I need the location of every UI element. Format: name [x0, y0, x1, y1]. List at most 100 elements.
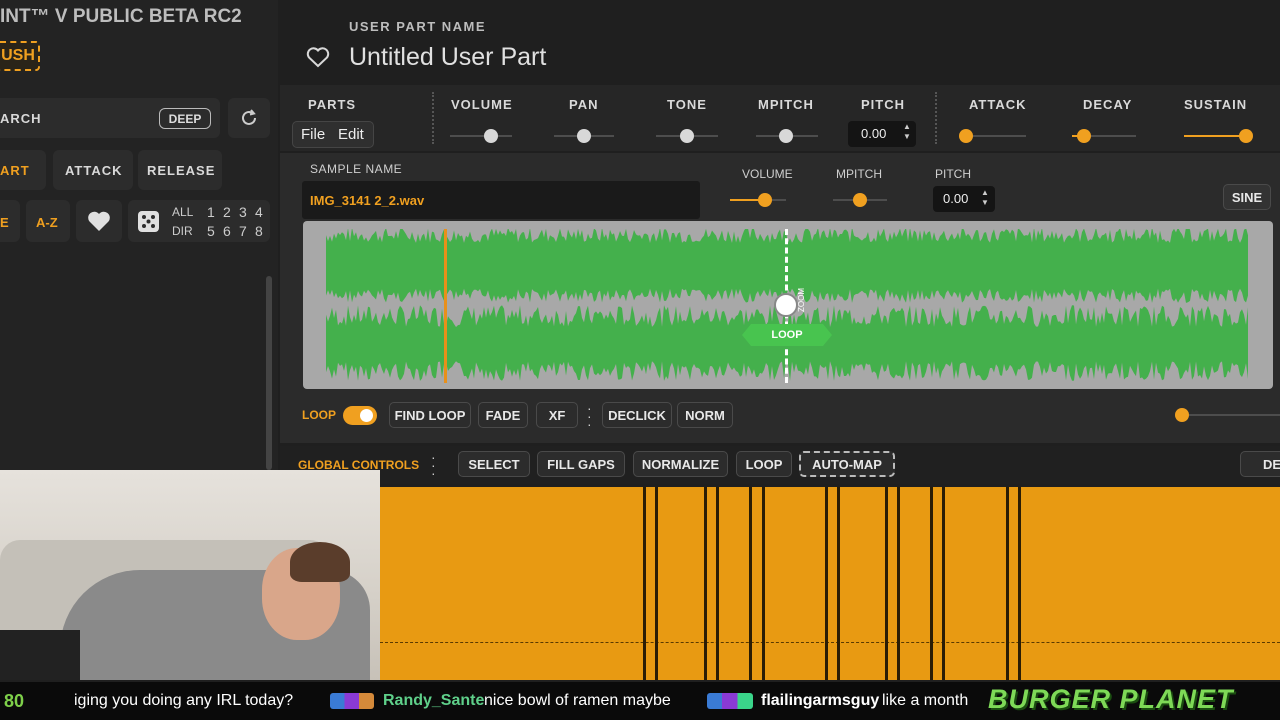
- keymap-zone-divider: [716, 487, 719, 680]
- sample-zoom-knob[interactable]: [1175, 408, 1189, 422]
- zoom-handle[interactable]: [774, 293, 798, 317]
- ticker-msg3: like a month: [882, 692, 969, 709]
- refresh-button[interactable]: [228, 98, 270, 138]
- volume-knob[interactable]: [484, 129, 498, 143]
- pitch-value: 0.00: [861, 126, 887, 141]
- xf-button[interactable]: XF: [536, 402, 578, 428]
- fade-button[interactable]: FADE: [478, 402, 528, 428]
- divider: [935, 92, 937, 144]
- keymap-zone-divider: [837, 487, 840, 680]
- favorite-heart-icon[interactable]: [306, 46, 330, 68]
- sample-mpitch-knob[interactable]: [853, 193, 867, 207]
- pan-knob[interactable]: [577, 129, 591, 143]
- slot-4[interactable]: 4: [255, 204, 263, 220]
- slot-1[interactable]: 1: [207, 204, 215, 220]
- mpitch-knob[interactable]: [779, 129, 793, 143]
- dark-clothing: [0, 630, 80, 680]
- favorites-button[interactable]: [76, 200, 122, 242]
- fill-gaps-button[interactable]: FILL GAPS: [537, 451, 625, 477]
- divider: [432, 92, 434, 144]
- normalize-button[interactable]: NORMALIZE: [633, 451, 728, 477]
- dice-icon: [138, 211, 159, 232]
- keymap-area[interactable]: [380, 487, 1280, 680]
- keymap-zone-divider: [942, 487, 945, 680]
- global-right-button[interactable]: DE: [1240, 451, 1280, 477]
- sample-pitch-value: 0.00: [943, 191, 969, 206]
- refresh-icon: [242, 109, 256, 125]
- auto-map-button[interactable]: AUTO-MAP: [799, 451, 895, 477]
- burger-planet-logo: BURGER PLANET: [988, 684, 1234, 714]
- keymap-zone-divider: [643, 487, 646, 680]
- global-more-icon[interactable]: · · ·: [431, 450, 436, 480]
- deep-button[interactable]: DEEP: [159, 108, 211, 129]
- webcam-overlay: [0, 470, 380, 680]
- part-name[interactable]: Untitled User Part: [349, 43, 546, 72]
- mpitch-label: MPITCH: [758, 97, 814, 112]
- pitch-stepper[interactable]: ▲ ▼: [903, 122, 911, 142]
- decay-knob[interactable]: [1077, 129, 1091, 143]
- zoom-label: ZOOM: [797, 288, 806, 312]
- slot-7[interactable]: 7: [239, 223, 247, 239]
- dir-label[interactable]: DIR: [172, 224, 193, 238]
- sustain-knob[interactable]: [1239, 129, 1253, 143]
- app-title: INT™ V PUBLIC BETA RC2: [0, 6, 242, 27]
- filter-label: E: [0, 215, 10, 230]
- loop-marker[interactable]: LOOP: [742, 324, 832, 346]
- volume-label: VOLUME: [451, 97, 513, 112]
- slot-3[interactable]: 3: [239, 204, 247, 220]
- sample-volume-label: VOLUME: [742, 167, 793, 181]
- more-options-icon[interactable]: · · ·: [587, 401, 592, 431]
- sample-name-label: SAMPLE NAME: [310, 162, 403, 176]
- sort-az-label: A-Z: [36, 215, 58, 230]
- all-label[interactable]: ALL: [172, 205, 193, 219]
- keymap-zone-divider: [655, 487, 658, 680]
- ticker-user3: flailingarmsguy: [761, 692, 880, 709]
- tone-label: TONE: [667, 97, 707, 112]
- select-button[interactable]: SELECT: [458, 451, 530, 477]
- push-button[interactable]: USH: [0, 41, 40, 71]
- slot-6[interactable]: 6: [223, 223, 231, 239]
- file-menu[interactable]: File: [301, 126, 325, 143]
- ticker-badges: [330, 693, 374, 709]
- ticker-number: 80: [4, 691, 25, 711]
- param-bar: [280, 85, 1280, 151]
- slot-2[interactable]: 2: [223, 204, 231, 220]
- keymap-zone-divider: [885, 487, 888, 680]
- sustain-label: SUSTAIN: [1184, 97, 1248, 112]
- search-label: ARCH: [0, 111, 42, 126]
- global-loop-button[interactable]: LOOP: [736, 451, 792, 477]
- playhead-marker[interactable]: [444, 229, 447, 383]
- ticker-msg1: iging you doing any IRL today?: [74, 692, 293, 710]
- sine-button[interactable]: SINE: [1223, 184, 1271, 210]
- sample-name: IMG_3141 2_2.wav: [310, 193, 425, 208]
- volume-slider[interactable]: [450, 135, 512, 137]
- tone-knob[interactable]: [680, 129, 694, 143]
- attack-label: ATTACK: [969, 97, 1027, 112]
- attack-knob[interactable]: [959, 129, 973, 143]
- sample-volume-knob[interactable]: [758, 193, 772, 207]
- part-name-label: USER PART NAME: [349, 19, 487, 34]
- keymap-zone-divider: [825, 487, 828, 680]
- ticker-msg2: nice bowl of ramen maybe: [484, 692, 671, 709]
- edit-menu[interactable]: Edit: [338, 126, 364, 143]
- find-loop-button[interactable]: FIND LOOP: [389, 402, 471, 428]
- sample-pitch-stepper[interactable]: ▲ ▼: [981, 188, 989, 208]
- slot-8[interactable]: 8: [255, 223, 263, 239]
- browser-scrollbar[interactable]: [266, 276, 272, 470]
- hair: [290, 542, 350, 582]
- loop-toggle-knob: [360, 409, 373, 422]
- tab-release-label: RELEASE: [147, 163, 216, 178]
- ticker-msg1-text: iging you doing any IRL today?: [74, 692, 294, 709]
- decay-label: DECAY: [1083, 97, 1133, 112]
- sample-zoom-slider[interactable]: [1182, 414, 1280, 416]
- ticker-user2: Randy_Sante: [383, 692, 485, 709]
- tab-part-label: ART: [0, 163, 30, 178]
- slot-5[interactable]: 5: [207, 223, 215, 239]
- keymap-zone-divider: [930, 487, 933, 680]
- declick-button[interactable]: DECLICK: [602, 402, 672, 428]
- sample-pitch-label: PITCH: [935, 167, 971, 181]
- keymap-dashed-line: [380, 642, 1280, 643]
- heart-icon: [88, 211, 110, 231]
- sample-mpitch-label: MPITCH: [836, 167, 882, 181]
- norm-button[interactable]: NORM: [677, 402, 733, 428]
